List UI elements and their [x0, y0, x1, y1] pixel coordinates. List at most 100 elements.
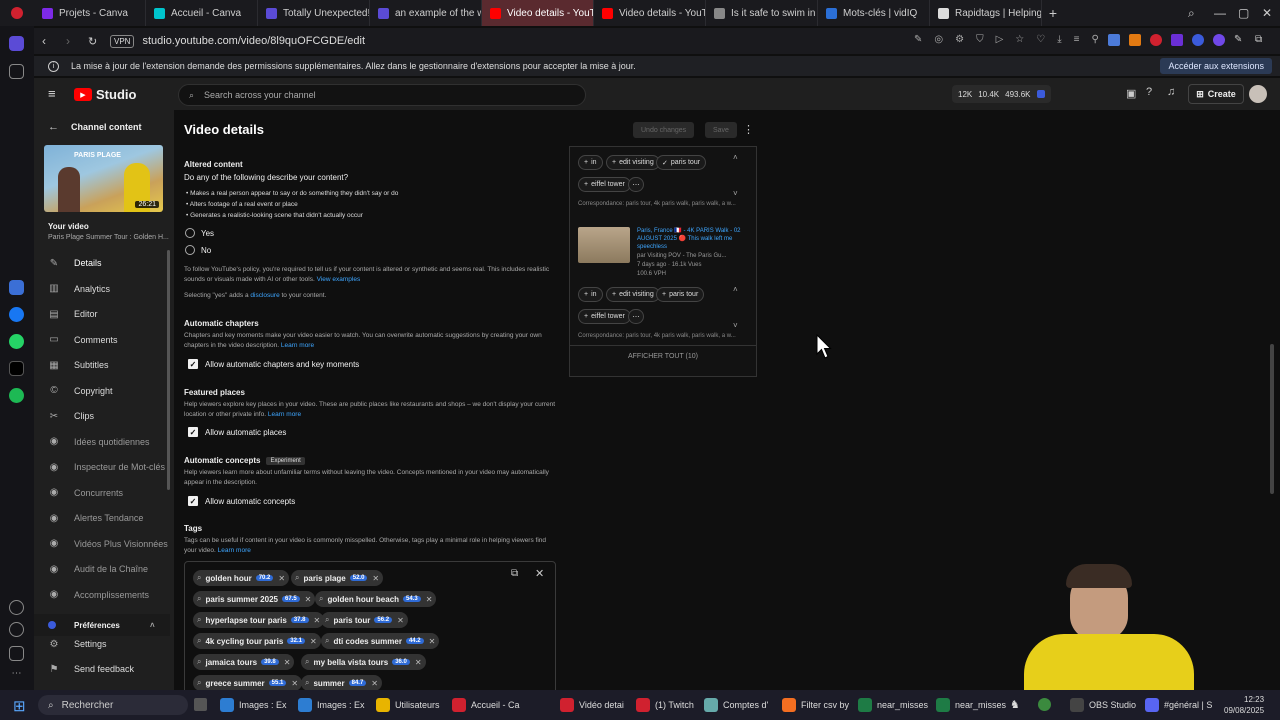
tag-chip[interactable]: ⌕ greece summer 55.1 ✕ [193, 675, 303, 691]
tag-chip[interactable]: ⌕ paris summer 2025 67.5 ✕ [193, 591, 316, 607]
spotify-icon[interactable] [9, 388, 24, 403]
tag-chip[interactable]: ⌕ hyperlapse tour paris 37.8 ✕ [193, 612, 325, 628]
taskbar-app[interactable]: #général | S [1145, 695, 1212, 715]
remove-tag-icon[interactable]: ✕ [429, 637, 436, 646]
taskbar-app[interactable]: Vidéo detai [560, 695, 624, 715]
minimize-button[interactable]: — [1214, 0, 1226, 26]
concepts-checkbox[interactable]: ✓ Allow automatic concepts [188, 496, 295, 506]
camera-icon[interactable]: ◎ [934, 34, 943, 45]
show-all-button[interactable]: AFFICHER TOUT (10) [570, 353, 756, 360]
remove-tag-icon[interactable]: ✕ [291, 679, 298, 688]
places-learn-more[interactable]: Learn more [268, 411, 301, 418]
maximize-button[interactable]: ▢ [1238, 0, 1249, 26]
sidebar-item-inspecteur-de-mot-cl-s[interactable]: ◉ Inspecteur de Mot-clés [34, 455, 170, 479]
hamburger-icon[interactable]: ≡ [48, 86, 56, 101]
suggested-video-thumbnail[interactable] [578, 227, 630, 263]
sidebar-item-subtitles[interactable]: ▦ Subtitles [34, 353, 170, 377]
home-icon[interactable] [9, 36, 24, 51]
disclosure-link[interactable]: disclosure [250, 292, 279, 299]
tag-chip[interactable]: ⌕ paris tour 56.2 ✕ [321, 612, 408, 628]
chapters-checkbox[interactable]: ✓ Allow automatic chapters and key momen… [188, 359, 359, 369]
main-scrollbar[interactable] [1270, 344, 1274, 494]
windows-start-icon[interactable]: ⊞ [13, 697, 26, 715]
profile-icon[interactable]: ⚲ [1092, 34, 1099, 45]
search-tabs-icon[interactable]: ⌕ [1188, 0, 1195, 26]
forward-icon[interactable]: › [66, 34, 70, 48]
new-tab-button[interactable]: + [1042, 5, 1064, 21]
chevron-up-icon[interactable]: ˄ [733, 285, 738, 294]
sidebar-scrollbar[interactable] [167, 250, 170, 490]
sidebar-item-analytics[interactable]: ▥ Analytics [34, 277, 170, 301]
app-icon[interactable] [9, 280, 24, 295]
browser-tab[interactable]: Video details - YouTube S [482, 0, 594, 26]
taskbar-app[interactable]: near_misses [936, 695, 1006, 715]
close-window-button[interactable]: ✕ [1262, 0, 1272, 26]
tags-input-box[interactable]: ⧉ ✕ ⌕ golden hour 70.2 ✕ ⌕ paris plage 52.0 ✕ ⌕ p… [184, 561, 556, 696]
menu-icon[interactable]: ≡ [1074, 34, 1080, 45]
tags-learn-more[interactable]: Learn more [218, 547, 251, 554]
undo-changes-button[interactable]: Undo changes [633, 122, 695, 138]
remove-tag-icon[interactable]: ✕ [415, 658, 422, 667]
copy-icon[interactable]: ⧉ [511, 568, 518, 579]
heart-icon[interactable] [9, 600, 24, 615]
url-text[interactable]: studio.youtube.com/video/8l9quOFCGDE/edi… [142, 35, 365, 47]
taskbar-app[interactable]: Filter csv by [782, 695, 849, 715]
remove-tag-icon[interactable]: ✕ [310, 637, 317, 646]
extension-icon[interactable]: ⚙ [955, 34, 964, 45]
ext-icon-2[interactable] [1129, 34, 1141, 46]
sidebar-item-concurrents[interactable]: ◉ Concurrents [34, 481, 170, 505]
ext-icon-5[interactable] [1192, 34, 1204, 46]
ext-icon-1[interactable] [1108, 34, 1120, 46]
tag-chip[interactable]: ⌕ 4k cycling tour paris 32.1 ✕ [193, 633, 321, 649]
star-icon[interactable] [9, 64, 24, 79]
sidebar-item-vid-os-plus-visionn-es[interactable]: ◉ Vidéos Plus Visionnées [34, 532, 170, 556]
pen-icon[interactable]: ✎ [1234, 34, 1246, 46]
browser-tab[interactable]: Totally Unexpected! - Min [258, 0, 370, 26]
tag-chip[interactable]: ⌕ my bella vista tours 36.0 ✕ [301, 654, 426, 670]
help-icon[interactable]: ? [1146, 86, 1152, 98]
chip-eiffel-tower-2[interactable]: + eiffel tower [578, 309, 631, 324]
sidebar-item-id-es-quotidiennes[interactable]: ◉ Idées quotidiennes [34, 430, 170, 454]
chip-paris-tour-2[interactable]: + paris tour [656, 287, 705, 302]
remove-tag-icon[interactable]: ✕ [426, 595, 433, 604]
tag-chip[interactable]: ⌕ jamaica tours 39.8 ✕ [193, 654, 295, 670]
browser-tab[interactable]: Accueil - Canva [146, 0, 258, 26]
radio-yes[interactable]: Yes [185, 228, 214, 238]
save-button[interactable]: Save [705, 122, 737, 138]
extensions-puzzle-icon[interactable]: ⧉ [1255, 34, 1267, 46]
suggested-video-title[interactable]: Paris, France 🇫🇷 - 4K PARIS Walk - 02 AU… [637, 227, 749, 251]
tag-chip[interactable]: ⌕ summer 84.7 ✕ [301, 675, 382, 691]
sidebar-item-copyright[interactable]: © Copyright [34, 379, 170, 403]
more-icon[interactable]: ⋯ [9, 668, 24, 683]
taskbar-app[interactable]: Comptes d' [704, 695, 768, 715]
radio-no[interactable]: No [185, 245, 211, 255]
download-icon[interactable]: ⤓ [1057, 34, 1061, 45]
ext-icon-6[interactable] [1213, 34, 1225, 46]
taskbar-app[interactable]: near_misses [858, 695, 928, 715]
chip-in-2[interactable]: + in [578, 287, 603, 302]
tag-chip[interactable]: ⌕ golden hour 70.2 ✕ [193, 570, 290, 586]
channel-search-input[interactable]: ⌕ Search across your channel [178, 84, 586, 106]
clock[interactable]: 12:23 09/08/2025 [1224, 694, 1264, 716]
tag-chip[interactable]: ⌕ paris plage 52.0 ✕ [291, 570, 384, 586]
messenger-icon[interactable] [9, 307, 24, 322]
studio-logo[interactable]: ▶ Studio [74, 87, 136, 102]
chip-more[interactable]: ⋯ [628, 177, 644, 192]
chip-edit-visiting[interactable]: + edit visiting [606, 155, 660, 170]
taskbar-app[interactable]: (1) Twitch [636, 695, 694, 715]
whatsapp-icon[interactable] [9, 334, 24, 349]
taskbar-search[interactable]: ⌕ Rechercher [38, 695, 188, 715]
chip-more-2[interactable]: ⋯ [628, 309, 644, 324]
chrome-tray-icon[interactable] [1038, 698, 1051, 711]
play-icon[interactable]: ▷ [996, 34, 1004, 45]
sidebar-item-settings[interactable]: ⚙ Settings [34, 632, 170, 656]
tray-app-icon[interactable]: ♞ [1010, 698, 1020, 711]
bookmark-icon[interactable]: ☆ [1015, 34, 1024, 45]
remove-tag-icon[interactable]: ✕ [284, 658, 291, 667]
taskbar-app[interactable]: Images : Ex [220, 695, 287, 715]
taskbar-app[interactable]: Accueil - Ca [452, 695, 520, 715]
chevron-down-icon[interactable]: ˅ [733, 321, 738, 330]
chapters-learn-more[interactable]: Learn more [281, 342, 314, 349]
ext-icon-4[interactable] [1171, 34, 1183, 46]
captions-icon[interactable]: ▣ [1126, 87, 1136, 100]
